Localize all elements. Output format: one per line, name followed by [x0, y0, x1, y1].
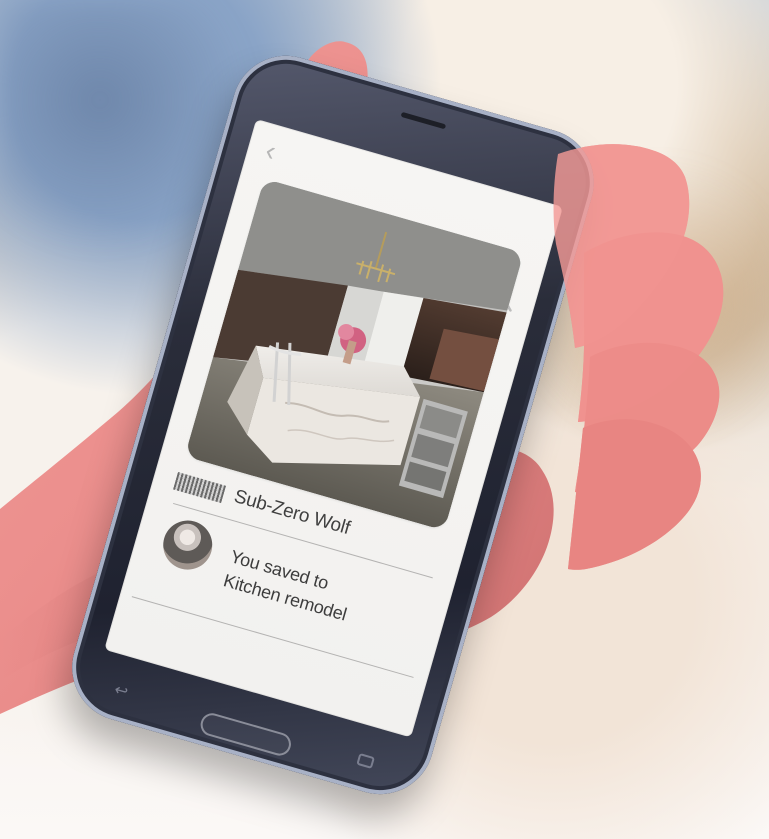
back-chevron-icon[interactable]: ‹	[262, 135, 293, 168]
saved-message: You saved to Kitchen remodel	[220, 544, 356, 627]
avatar	[157, 514, 219, 576]
back-key-icon[interactable]: ↩	[112, 679, 139, 704]
earpiece-speaker	[400, 111, 447, 130]
recent-apps-icon[interactable]	[356, 752, 375, 769]
scene: ‹ Sub-Zero Wolf You saved to Kitchen rem…	[0, 0, 769, 839]
brand-logo	[173, 472, 227, 504]
